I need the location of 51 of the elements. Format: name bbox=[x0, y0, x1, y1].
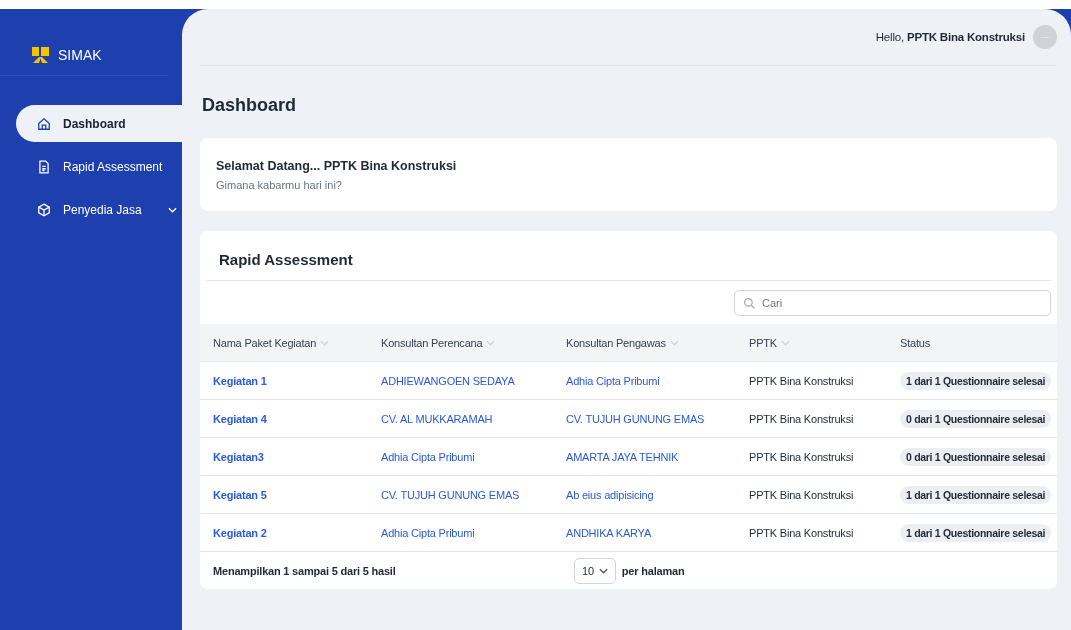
welcome-subtitle: Gimana kabarmu hari ini? bbox=[216, 178, 343, 191]
column-header: Status bbox=[900, 336, 930, 349]
supervisor-link[interactable]: ANDHIKA KARYA bbox=[566, 526, 652, 539]
chevron-down-icon bbox=[167, 206, 177, 213]
search-field[interactable]: Cari bbox=[734, 290, 1051, 316]
table-cell: PPTK Bina Konstruksi bbox=[749, 412, 854, 425]
greeting-text: Hello, PPTK Bina Konstruksi bbox=[875, 31, 1025, 43]
supervisor-link[interactable]: CV. TUJUH GUNUNG EMAS bbox=[566, 412, 705, 425]
page-title: Dashboard bbox=[201, 94, 298, 117]
table-title: Rapid Assessment bbox=[206, 231, 1051, 281]
sort-icon bbox=[320, 339, 330, 346]
page-size-select[interactable]: 10 bbox=[574, 557, 616, 584]
planner-link[interactable]: ADHIEWANGOEN SEDAYA bbox=[381, 374, 515, 387]
status-badge: 1 dari 1 Questionnaire selesai bbox=[900, 523, 1052, 542]
table-cell: PPTK Bina Konstruksi bbox=[749, 488, 854, 501]
activity-link[interactable]: Kegiatan 2 bbox=[213, 526, 267, 539]
status-badge: 1 dari 1 Questionnaire selesai bbox=[900, 371, 1052, 390]
status-badge: 0 dari 1 Questionnaire selesai bbox=[900, 447, 1052, 466]
sidebar-item[interactable]: Penyedia Jasa bbox=[16, 191, 182, 228]
activity-link[interactable]: Kegiatan 1 bbox=[213, 374, 267, 387]
column-header[interactable]: PPTK bbox=[749, 336, 790, 349]
welcome-title: Selamat Datang... PPTK Bina Konstruksi bbox=[216, 158, 458, 173]
document-icon bbox=[37, 159, 51, 174]
planner-link[interactable]: CV. AL MUKKARAMAH bbox=[381, 412, 493, 425]
sort-icon bbox=[669, 339, 679, 346]
activity-link[interactable]: Kegiatan 5 bbox=[213, 488, 267, 501]
sidebar-item[interactable]: Rapid Assessment bbox=[16, 148, 182, 185]
supervisor-link[interactable]: Adhia Cipta Pribumi bbox=[566, 374, 660, 387]
home-icon bbox=[37, 116, 51, 131]
sidebar-item[interactable]: Dashboard bbox=[16, 105, 182, 142]
planner-link[interactable]: Adhia Cipta Pribumi bbox=[381, 450, 475, 463]
cube-icon bbox=[37, 202, 51, 217]
planner-link[interactable]: Adhia Cipta Pribumi bbox=[381, 526, 475, 539]
planner-link[interactable]: CV. TUJUH GUNUNG EMAS bbox=[381, 488, 520, 501]
chevron-down-icon bbox=[598, 567, 608, 574]
table-cell: PPTK Bina Konstruksi bbox=[749, 526, 854, 539]
status-badge: 0 dari 1 Questionnaire selesai bbox=[900, 409, 1052, 428]
page-size-label: per halaman bbox=[621, 564, 685, 577]
table-cell: PPTK Bina Konstruksi bbox=[749, 374, 854, 387]
supervisor-link[interactable]: AMARTA JAYA TEHNIK bbox=[566, 450, 679, 463]
app-name: SIMAK bbox=[58, 47, 102, 63]
supervisor-link[interactable]: Ab eius adipisicing bbox=[566, 488, 654, 501]
activity-link[interactable]: Kegiatan 4 bbox=[213, 412, 267, 425]
logo-icon bbox=[32, 47, 49, 63]
sort-icon bbox=[486, 339, 496, 346]
table-cell: PPTK Bina Konstruksi bbox=[749, 450, 854, 463]
activity-link[interactable]: Kegiatan3 bbox=[213, 450, 264, 463]
sort-icon bbox=[780, 339, 790, 346]
status-badge: 1 dari 1 Questionnaire selesai bbox=[900, 485, 1052, 504]
avatar[interactable] bbox=[1033, 25, 1057, 49]
results-summary: Menampilkan 1 sampai 5 dari 5 hasil bbox=[213, 564, 397, 577]
